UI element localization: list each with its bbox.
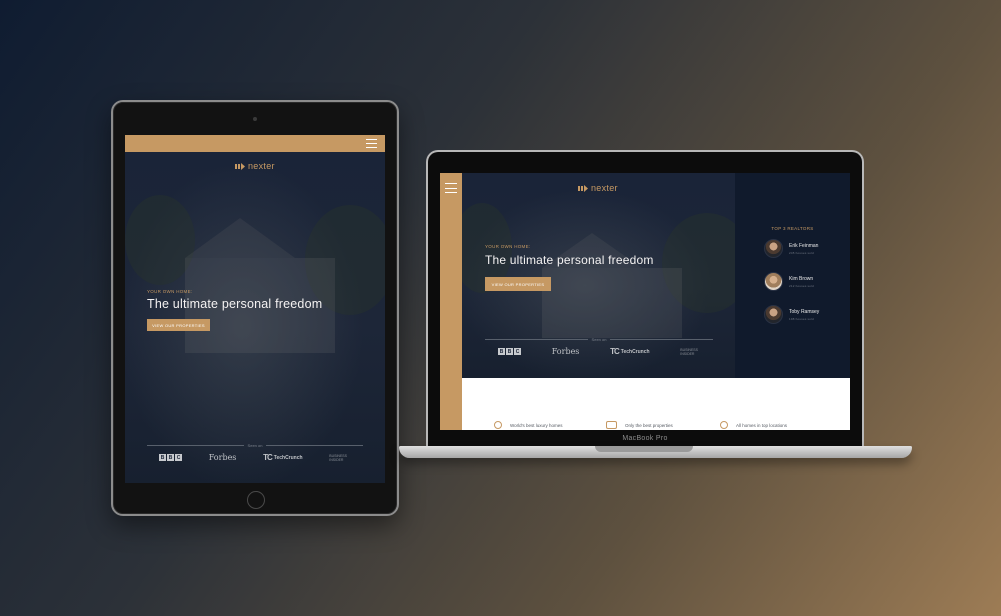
trophy-icon [606,421,617,429]
realtor-houses-sold: 198 houses sold [789,316,814,321]
tablet-screen: nexter Your own home: The ultimate perso… [125,135,385,483]
laptop-base [399,446,912,458]
business-insider-logo: Business Insider [680,347,698,356]
feature-label: World's best luxury homes [510,422,563,428]
realtor-houses-sold: 212 houses sold [789,283,814,288]
press-logos: BBC Forbes TC TechCrunch Business Insider [498,347,698,356]
brand-logo[interactable]: nexter [235,161,275,171]
realtor-name: Erik Feinman [789,242,819,249]
globe-icon [494,421,502,429]
feature-label: Only the best properties [625,422,673,428]
view-properties-button[interactable]: View our properties [485,277,551,291]
feature-item: Only the best properties [606,421,673,429]
hero-headline: The ultimate personal freedom [485,253,654,267]
camera-icon [253,117,257,121]
forbes-logo: Forbes [208,453,237,462]
realtor-houses-sold: 245 houses sold [789,250,814,255]
press-logos: BBC Forbes TC TechCrunch Business Insider [159,453,347,462]
laptop-model-label: MacBook Pro [622,435,668,442]
hero-headline: The ultimate personal freedom [147,297,323,311]
forbes-logo: Forbes [551,347,580,356]
hero-section: nexter Your own home: The ultimate perso… [462,173,735,378]
seen-on-divider: Seen on [485,337,713,342]
seen-on-divider: Seen on [147,443,363,448]
techcrunch-logo: TC TechCrunch [263,453,303,462]
house-logo-icon [235,162,245,170]
hamburger-menu-icon[interactable] [366,139,377,148]
features-section: World's best luxury homes Only the best … [462,378,850,430]
view-properties-button[interactable]: View our properties [147,319,210,331]
tablet-device: nexter Your own home: The ultimate perso… [111,100,399,516]
realtor-name: Toby Ramsey [789,308,820,315]
feature-label: All homes in top locations [736,422,788,428]
house-silhouette [542,268,682,338]
feature-item: All homes in top locations [720,421,787,429]
top-bar [125,135,385,152]
hero-eyebrow: Your own home: [485,244,531,249]
realtor-item[interactable]: Kim Brown 212 houses sold [764,272,814,291]
sidebar [440,173,462,430]
bbc-logo: BBC [159,454,182,461]
top-realtors-panel: Top 3 Realtors Erik Feinman 245 houses s… [735,173,850,378]
brand-logo[interactable]: nexter [578,183,618,193]
map-pin-icon [720,421,728,429]
hamburger-menu-icon[interactable] [445,183,457,193]
house-roof [185,218,295,258]
business-insider-logo: Business Insider [329,453,347,462]
laptop-notch [595,446,693,452]
avatar [764,239,783,258]
avatar [764,272,783,291]
brand-name: nexter [591,183,618,193]
home-button[interactable] [247,491,265,509]
realtors-title: Top 3 Realtors [771,226,814,231]
realtor-item[interactable]: Erik Feinman 245 houses sold [764,239,818,258]
laptop-screen: nexter Your own home: The ultimate perso… [440,173,850,430]
avatar [764,305,783,324]
house-logo-icon [578,184,588,192]
realtor-item[interactable]: Toby Ramsey 198 houses sold [764,305,819,324]
seen-on-label: Seen on [591,337,607,342]
techcrunch-logo: TC TechCrunch [610,347,650,356]
laptop-device: nexter Your own home: The ultimate perso… [426,150,864,448]
brand-name: nexter [248,161,275,171]
feature-item: World's best luxury homes [494,421,563,429]
bbc-logo: BBC [498,348,521,355]
realtor-name: Kim Brown [789,275,814,282]
seen-on-label: Seen on [247,443,263,448]
hero-eyebrow: Your own home: [147,289,193,294]
